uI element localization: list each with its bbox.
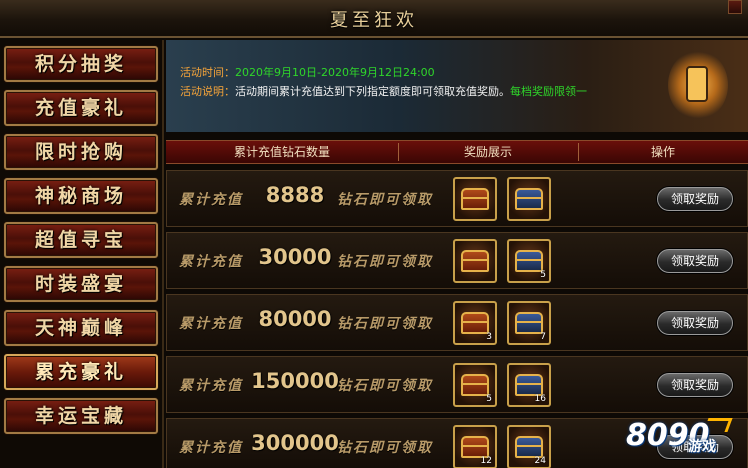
claim-reward-button[interactable]: 领取奖励 [657, 249, 733, 273]
reward-slot[interactable] [507, 177, 551, 221]
reward-slot[interactable]: 12 [453, 425, 497, 468]
row-tail-text: 钻石即可领取 [337, 378, 433, 394]
reward-slot[interactable]: 24 [507, 425, 551, 468]
window-title: 夏至狂欢 [330, 10, 418, 31]
event-desc-text: 活动期间累计充值达到下列指定额度即可领取充值奖励。 [235, 85, 510, 98]
reward-quantity: 5 [540, 270, 546, 280]
reward-slot[interactable]: 7 [507, 301, 551, 345]
row-amount: 30000 [258, 245, 332, 269]
sidebar-item-god-peak[interactable]: 天神巅峰 [4, 310, 158, 346]
event-time-line: 活动时间：2020年9月10日-2020年9月12日24:00 [180, 64, 435, 80]
table-row: 累计充值 8888 钻石即可领取 领取奖励 [166, 170, 748, 227]
treasure-chest-icon [515, 374, 543, 396]
reward-slot[interactable]: 3 [453, 301, 497, 345]
event-desc-label: 活动说明： [180, 85, 235, 98]
claim-reward-button[interactable]: 领取奖励 [657, 311, 733, 335]
reward-slot[interactable] [453, 177, 497, 221]
claim-reward-button[interactable]: 领取奖励 [657, 373, 733, 397]
sidebar-item-lucky-treasure[interactable]: 幸运宝藏 [4, 398, 158, 434]
table-row: 累计充值 150000 钻石即可领取 5 16 领取奖励 [166, 356, 748, 413]
reward-slot[interactable] [453, 239, 497, 283]
sidebar-item-cumulative-recharge[interactable]: 累充豪礼 [4, 354, 158, 390]
row-lead-text: 累计充值 [179, 192, 243, 208]
sidebar-item-flash-sale[interactable]: 限时抢购 [4, 134, 158, 170]
sidebar-item-fashion-feast[interactable]: 时装盛宴 [4, 266, 158, 302]
row-tail-text: 钻石即可领取 [337, 440, 433, 456]
close-icon[interactable] [728, 0, 742, 14]
reward-quantity: 12 [480, 456, 492, 466]
event-time-value: 2020年9月10日-2020年9月12日24:00 [235, 66, 435, 79]
table-header: 累计充值钻石数量 奖励展示 操作 [166, 140, 748, 164]
reward-slot[interactable]: 5 [507, 239, 551, 283]
site-watermark: 8090 游戏 [626, 414, 744, 458]
reward-quantity: 24 [534, 456, 546, 466]
event-desc-note: 每档奖励限领一 [510, 85, 587, 98]
row-tail-text: 钻石即可领取 [337, 254, 433, 270]
reward-quantity: 5 [486, 394, 492, 404]
treasure-chest-icon [461, 374, 489, 396]
sidebar-item-mystery-shop[interactable]: 神秘商场 [4, 178, 158, 214]
row-lead-text: 累计充值 [179, 378, 243, 394]
row-lead-text: 累计充值 [179, 254, 243, 270]
table-row: 累计充值 30000 钻石即可领取 5 领取奖励 [166, 232, 748, 289]
column-header-rewards: 奖励展示 [463, 145, 512, 159]
row-tail-text: 钻石即可领取 [337, 316, 433, 332]
sidebar-item-treasure-hunt[interactable]: 超值寻宝 [4, 222, 158, 258]
treasure-chest-icon [461, 436, 489, 458]
column-header-action: 操作 [650, 145, 675, 159]
treasure-chest-icon [515, 436, 543, 458]
reward-quantity: 16 [534, 394, 546, 404]
row-amount: 8888 [265, 183, 325, 207]
table-row: 累计充值 80000 钻石即可领取 3 7 领取奖励 [166, 294, 748, 351]
column-header-amount: 累计充值钻石数量 [233, 145, 330, 159]
row-amount: 80000 [258, 307, 332, 331]
reward-quantity: 3 [486, 332, 492, 342]
reward-slot[interactable]: 5 [453, 363, 497, 407]
row-amount: 300000 [251, 431, 339, 455]
treasure-chest-icon [515, 250, 543, 272]
treasure-chest-icon [461, 312, 489, 334]
event-time-label: 活动时间： [180, 66, 235, 79]
treasure-chest-icon [461, 250, 489, 272]
row-amount: 150000 [251, 369, 339, 393]
event-banner: 活动时间：2020年9月10日-2020年9月12日24:00 活动说明：活动期… [166, 40, 748, 132]
watermark-text: 游戏 [688, 439, 716, 455]
row-lead-text: 累计充值 [179, 316, 243, 332]
sidebar: 积分抽奖 充值豪礼 限时抢购 神秘商场 超值寻宝 时装盛宴 天神巅峰 累充豪礼 … [0, 40, 164, 468]
reward-quantity: 7 [540, 332, 546, 342]
sidebar-item-recharge-gift[interactable]: 充值豪礼 [4, 90, 158, 126]
treasure-chest-icon [461, 188, 489, 210]
reward-slot[interactable]: 16 [507, 363, 551, 407]
treasure-chest-icon [515, 188, 543, 210]
lantern-icon [686, 66, 708, 102]
event-desc-line: 活动说明：活动期间累计充值达到下列指定额度即可领取充值奖励。每档奖励限领一 [180, 83, 587, 99]
treasure-chest-icon [515, 312, 543, 334]
claim-reward-button[interactable]: 领取奖励 [657, 187, 733, 211]
sidebar-item-lottery[interactable]: 积分抽奖 [4, 46, 158, 82]
title-bar: 夏至狂欢 [0, 0, 748, 38]
row-lead-text: 累计充值 [179, 440, 243, 456]
row-tail-text: 钻石即可领取 [337, 192, 433, 208]
